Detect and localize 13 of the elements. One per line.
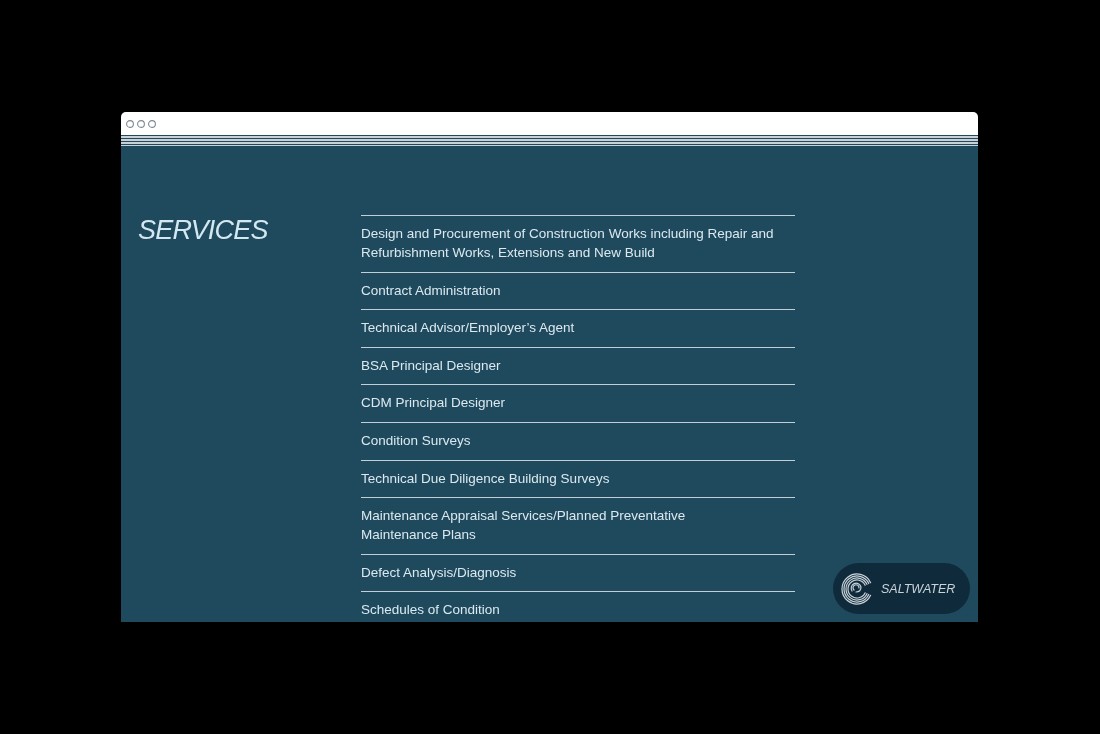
service-item: BSA Principal Designer <box>361 356 501 375</box>
service-item: Technical Advisor/Employer’s Agent <box>361 319 575 338</box>
logo-badge[interactable]: SALTWATER <box>833 563 970 614</box>
service-item: Technical Due Diligence Building Surveys <box>361 469 610 488</box>
service-item: CDM Principal Designer <box>361 394 506 413</box>
spiral-icon <box>841 572 873 605</box>
service-item: Condition Surveys <box>361 431 471 450</box>
service-item: Design and Procurement of Construction Works including Repair and Refurbishment Works, Extensions and New Build <box>361 225 775 262</box>
service-item: Maintenance Appraisal Services/Planned Preventative Maintenance Plans <box>361 507 686 545</box>
service-item: Defect Analysis/Diagnosis <box>361 563 517 582</box>
service-item: Schedules of Condition <box>361 601 500 620</box>
page-heading: SERVICES <box>138 215 268 245</box>
service-item: Contract Administration <box>361 281 501 300</box>
